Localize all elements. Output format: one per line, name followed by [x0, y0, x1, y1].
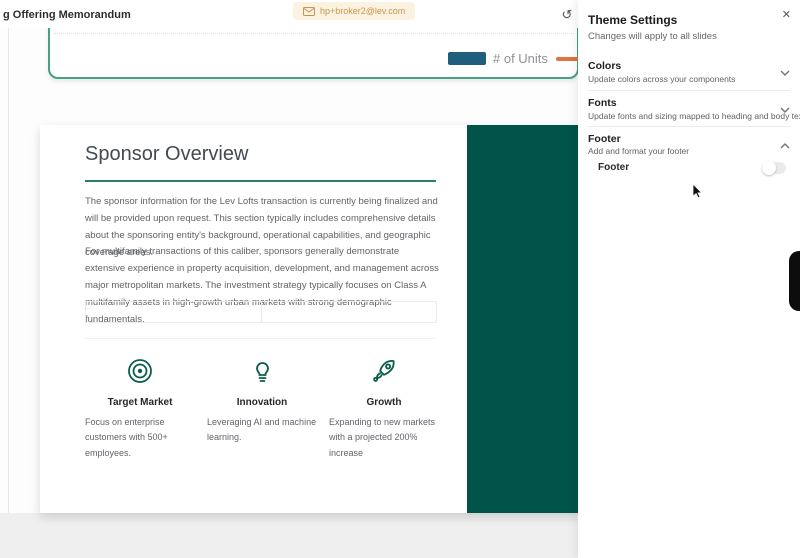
chevron-down-icon[interactable] [780, 63, 790, 81]
document-title[interactable]: g Offering Memorandum [3, 9, 131, 21]
undo-icon: ↺ [561, 7, 573, 22]
empty-table-cell[interactable] [86, 302, 261, 322]
chart-legend: # of Units [448, 51, 586, 66]
edge-handle[interactable] [789, 251, 800, 311]
close-icon[interactable]: ✕ [782, 8, 791, 21]
mouse-cursor [692, 183, 704, 205]
panel-subtitle: Changes will apply to all slides [588, 31, 717, 42]
feature-title: Innovation [236, 397, 288, 408]
empty-table-row[interactable] [85, 301, 437, 323]
theme-settings-panel: ✕ Theme Settings Changes will apply to a… [578, 0, 800, 558]
panel-title: Theme Settings [588, 13, 678, 27]
section-fonts-description: Update fonts and sizing mapped to headin… [588, 111, 800, 121]
placeholder-divider [85, 338, 436, 339]
legend-swatch-units [448, 52, 486, 65]
envelope-icon [303, 6, 315, 16]
empty-table-cell[interactable] [260, 302, 437, 322]
section-footer[interactable]: Footer [588, 133, 621, 145]
footer-toggle[interactable] [762, 161, 786, 175]
chart-gridline [54, 33, 574, 34]
rocket-icon [329, 356, 439, 386]
footer-toggle-label: Footer [598, 162, 630, 173]
section-footer-description: Add and format your footer [588, 146, 690, 156]
section-colors[interactable]: Colors [588, 60, 621, 72]
section-colors-description: Update colors across your components [588, 74, 736, 84]
feature-innovation[interactable]: Innovation Leveraging AI and machine lea… [207, 356, 317, 461]
email-badge-label: hp+broker2@lev.com [320, 6, 406, 16]
footer-toggle-knob[interactable] [762, 161, 776, 175]
feature-description: Focus on enterprise customers with 500+ … [85, 417, 168, 458]
slide-canvas[interactable]: Sponsor Overview The sponsor information… [40, 125, 580, 513]
section-fonts[interactable]: Fonts [588, 97, 617, 109]
canvas-background-strip [0, 513, 578, 558]
heading-underline [85, 180, 436, 182]
email-badge[interactable]: hp+broker2@lev.com [293, 2, 416, 20]
target-icon [85, 356, 195, 386]
slide-heading[interactable]: Sponsor Overview [85, 143, 248, 166]
panel-divider [588, 90, 790, 91]
feature-columns: Target Market Focus on enterprise custom… [85, 356, 439, 461]
feature-title: Target Market [107, 397, 173, 408]
panel-divider [588, 126, 790, 127]
feature-title: Growth [366, 397, 402, 408]
legend-label-units: # of Units [493, 51, 548, 66]
canvas-edge-divider [8, 28, 9, 558]
lightbulb-icon [207, 356, 317, 386]
chevron-up-icon[interactable] [780, 136, 790, 154]
undo-button[interactable]: ↺ [558, 6, 576, 24]
feature-target-market[interactable]: Target Market Focus on enterprise custom… [85, 356, 195, 461]
feature-description: Leveraging AI and machine learning. [207, 417, 317, 443]
slide-accent-block[interactable] [467, 125, 580, 513]
feature-description: Expanding to new markets with a projecte… [329, 417, 436, 458]
feature-growth[interactable]: Growth Expanding to new markets with a p… [329, 356, 439, 461]
